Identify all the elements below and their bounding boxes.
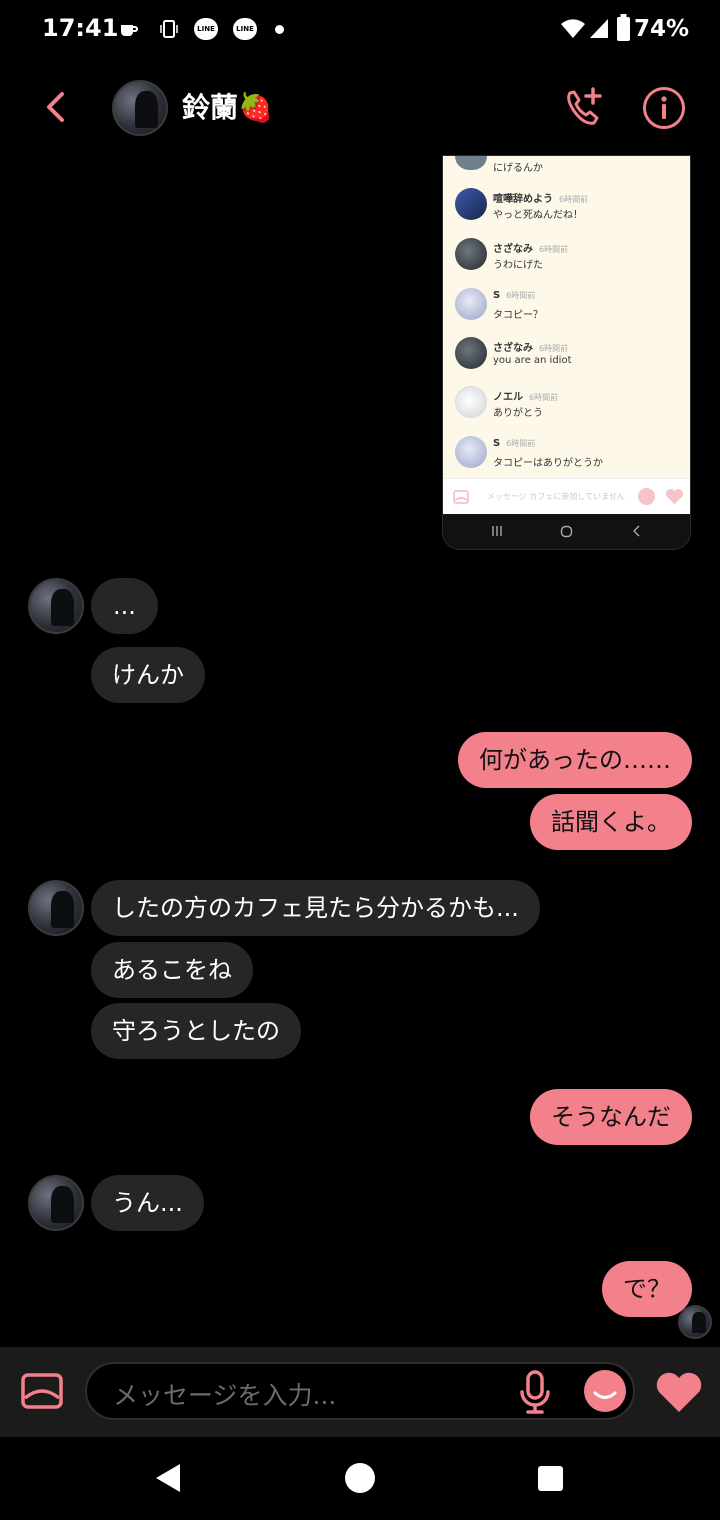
screenshot-chat-row: さざなみ 6時間前 you are an idiot [455,337,685,377]
received-message: けんか [91,647,205,703]
received-message: 守ろうとしたの [91,1003,301,1059]
screenshot-time: 6時間前 [506,291,536,300]
screenshot-user-name: S [493,438,501,449]
line-app-icon: LINE [194,18,218,40]
received-message: したの方のカフェ見たら分かるかも... [91,880,540,936]
screenshot-time: 6時間前 [506,439,536,448]
sent-message: そうなんだ [530,1089,692,1145]
screenshot-user-name: さざなみ [493,244,533,255]
wifi-icon [561,19,585,38]
nav-home-icon[interactable] [344,1462,376,1494]
message-input-placeholder: メッセージを入力... [113,1381,337,1410]
battery-percent: 74% [634,16,690,42]
screenshot-chat-row: S 6時間前 タコピー？ [455,288,685,328]
screenshot-emoji-icon [638,488,655,505]
status-time: 17:41 [42,14,119,42]
sender-avatar[interactable] [28,578,84,634]
screenshot-chat-row: さざなみ 6時間前 うわにげた [455,238,685,278]
screenshot-input-note: カフェに参加していません [529,492,625,501]
screenshot-avatar [455,238,487,270]
screenshot-time: 6時間前 [539,245,569,254]
screenshot-message: ありがとう [493,408,543,419]
screenshot-avatar [455,288,487,320]
heart-icon[interactable] [654,1370,704,1414]
add-call-icon[interactable] [562,85,606,129]
screenshot-user-name: S [493,290,501,301]
screenshot-message: やっと死ぬんだね！ [493,210,583,221]
screenshot-partial-message: にげるんか [493,163,543,174]
screenshot-heart-icon [665,489,684,505]
screenshot-user-name: ノエル [493,392,523,403]
signal-icon [590,19,608,38]
screenshot-nav-bar [443,514,690,549]
contact-name: 鈴蘭🍓 [182,91,273,124]
nav-back-icon[interactable] [154,1462,184,1494]
received-message: ... [91,578,158,634]
screenshot-input-placeholder: メッセージ [487,492,527,501]
sent-message: 何があったの…… [458,732,692,788]
screenshot-avatar [455,188,487,220]
screenshot-message: タコピーはありがとうか [493,458,603,469]
line-app-icon: LINE [233,18,257,40]
screenshot-message: you are an idiot [493,355,572,366]
shared-screenshot-image[interactable]: にげるんか 喧嘩辞めよう 6時間前 やっと死ぬんだね！ さざなみ 6時間前 うわにげ… [442,155,691,550]
screenshot-message: うわにげた [493,260,543,271]
battery-icon [617,14,630,41]
screenshot-chat-row: S 6時間前 タコピーはありがとうか [455,436,685,476]
screenshot-chat-row: 喧嘩辞めよう 6時間前 やっと死ぬんだね！ [455,188,685,228]
screenshot-user-name: さざなみ [493,343,533,354]
notification-dot-icon [275,25,284,34]
screenshot-avatar [455,386,487,418]
sender-avatar[interactable] [28,880,84,936]
received-message: あるこをね [91,942,253,998]
screenshot-home-icon [560,525,573,538]
screenshot-message: タコピー？ [493,310,543,321]
contact-avatar[interactable] [112,80,168,136]
screenshot-input-bar: メッセージ カフェに参加していません [443,478,690,515]
info-icon[interactable] [641,85,687,131]
phone-vibrate-icon [160,20,178,38]
coffee-icon [121,25,138,36]
screenshot-chat-row: ノエル 6時間前 ありがとう [455,386,685,426]
sender-avatar[interactable] [28,1175,84,1231]
screenshot-user-name: 喧嘩辞めよう [493,194,553,205]
screenshot-image-icon [453,490,469,504]
screenshot-time: 6時間前 [559,195,589,204]
nav-recents-icon[interactable] [537,1465,564,1492]
sent-message: 話聞くよ。 [530,794,692,850]
back-arrow-icon[interactable] [40,90,72,124]
screenshot-recents-icon [492,526,502,536]
screenshot-time: 6時間前 [539,344,569,353]
screenshot-avatar [455,337,487,369]
read-receipt-avatar [678,1305,712,1339]
emoji-icon[interactable] [582,1368,628,1414]
received-message: うん... [91,1175,204,1231]
screenshot-back-icon [633,525,640,537]
sent-message: で？ [602,1261,692,1317]
image-picker-icon[interactable] [20,1372,64,1410]
microphone-icon[interactable] [518,1370,552,1414]
screenshot-avatar [455,436,487,468]
screenshot-time: 6時間前 [529,393,559,402]
